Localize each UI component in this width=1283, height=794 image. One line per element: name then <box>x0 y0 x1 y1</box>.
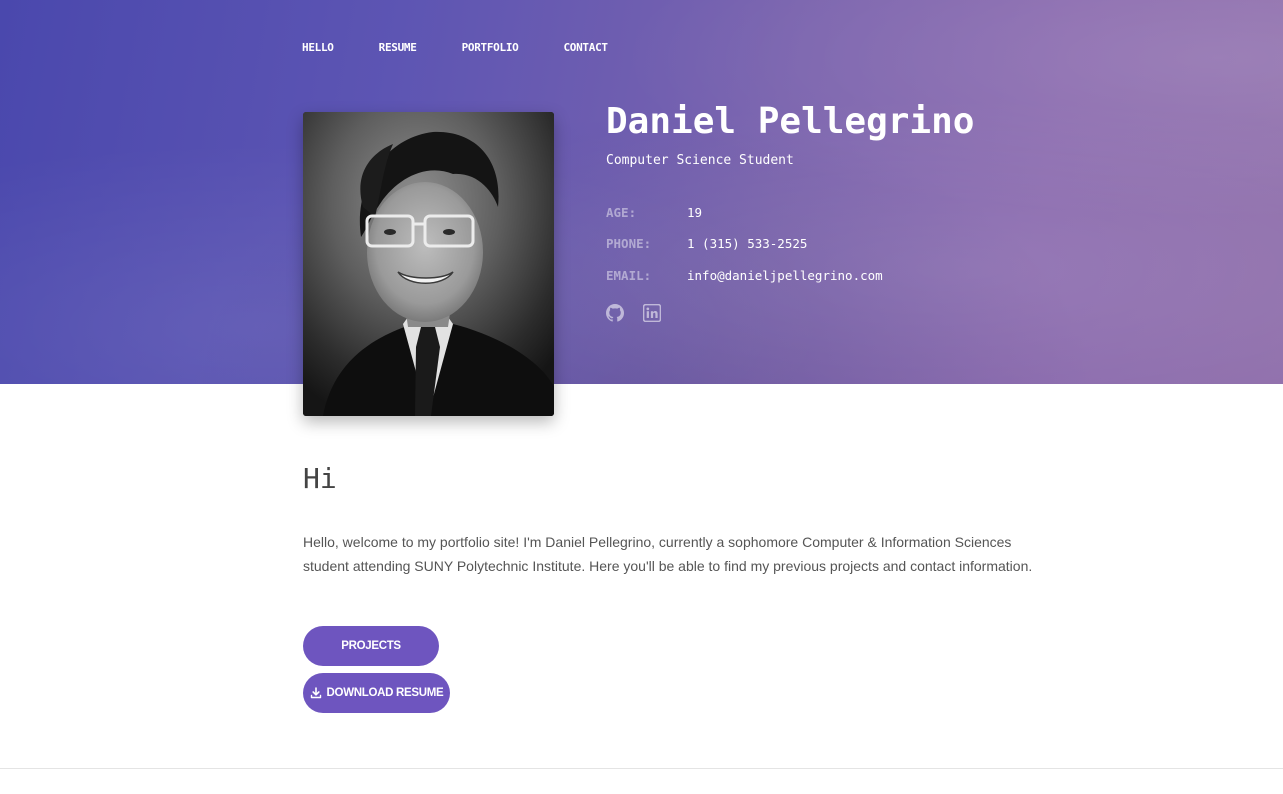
social-links <box>606 303 680 323</box>
download-resume-label: DOWNLOAD RESUME <box>326 687 444 699</box>
top-navigation: HELLO RESUME PORTFOLIO CONTACT <box>302 41 653 54</box>
age-label: AGE: <box>606 205 637 220</box>
profile-subtitle: Computer Science Student <box>606 153 794 168</box>
phone-value: 1 (315) 533-2525 <box>687 236 808 251</box>
projects-button[interactable]: PROJECTS <box>303 626 439 666</box>
hero-banner: HELLO RESUME PORTFOLIO CONTACT Daniel Pe… <box>0 0 1283 384</box>
download-icon <box>310 687 321 699</box>
info-row-email: EMAIL: info@danieljpellegrino.com <box>606 268 883 283</box>
about-heading: Hi <box>303 462 337 495</box>
projects-button-label: PROJECTS <box>341 640 401 652</box>
nav-item-portfolio[interactable]: PORTFOLIO <box>462 41 519 54</box>
nav-item-contact[interactable]: CONTACT <box>563 41 608 54</box>
github-icon[interactable] <box>606 304 624 322</box>
age-value: 19 <box>687 205 703 220</box>
info-row-phone: PHONE: 1 (315) 533-2525 <box>606 236 807 251</box>
about-text: Hello, welcome to my portfolio site! I'm… <box>303 534 1033 574</box>
linkedin-icon[interactable] <box>642 303 662 323</box>
profile-name: Daniel Pellegrino <box>606 101 975 142</box>
info-row-age: AGE: 19 <box>606 205 702 220</box>
profile-photo <box>303 112 554 416</box>
section-divider <box>0 768 1283 769</box>
download-resume-button[interactable]: DOWNLOAD RESUME <box>303 673 450 713</box>
nav-item-resume[interactable]: RESUME <box>379 41 417 54</box>
email-label: EMAIL: <box>606 268 652 283</box>
hero-background-texture <box>0 0 1283 384</box>
email-value[interactable]: info@danieljpellegrino.com <box>687 268 883 283</box>
phone-label: PHONE: <box>606 236 652 251</box>
nav-item-hello[interactable]: HELLO <box>302 41 334 54</box>
